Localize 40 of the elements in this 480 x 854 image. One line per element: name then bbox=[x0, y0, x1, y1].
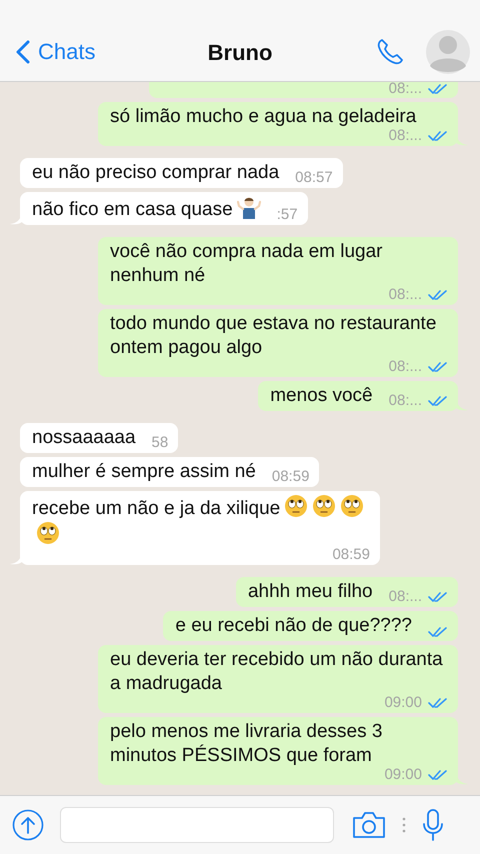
message-text: menos você bbox=[270, 385, 373, 406]
message-text: você não compra nada em lugar nenhum né bbox=[110, 241, 382, 286]
message-time: 08:... bbox=[388, 394, 422, 408]
message-time: 09:00 bbox=[384, 768, 422, 782]
eye-roll-emoji-icon bbox=[36, 521, 60, 545]
message-time: 08:... bbox=[388, 82, 422, 96]
message-text: ahhh meu filho bbox=[248, 581, 373, 602]
eye-roll-emoji-icon bbox=[284, 494, 308, 518]
message-time: 08:... bbox=[388, 288, 422, 302]
message-time: 09:00 bbox=[384, 696, 422, 710]
chevron-left-icon bbox=[16, 40, 30, 64]
message-time: 08:... bbox=[388, 590, 422, 604]
message-time: 08:... bbox=[388, 129, 422, 143]
message-input-field[interactable] bbox=[60, 807, 334, 843]
message-time: 08:59 bbox=[332, 548, 370, 562]
message-text: todo mundo que estava no restaurante ontem pagou algo bbox=[110, 313, 436, 358]
eye-roll-emoji-icon bbox=[312, 494, 336, 518]
shrugging-person-icon bbox=[236, 195, 261, 219]
message-text: eu não preciso comprar nada bbox=[32, 162, 280, 183]
eye-roll-emoji-icon bbox=[340, 494, 364, 518]
message-text: recebe um não e ja da xilique bbox=[32, 498, 280, 519]
message-text: e eu recebi não de que???? bbox=[175, 615, 412, 636]
message-text: só limão mucho e agua na geladeira bbox=[110, 106, 416, 127]
upload-icon[interactable] bbox=[12, 809, 44, 841]
more-dots-icon[interactable] bbox=[402, 816, 406, 834]
message-time: 08:... bbox=[388, 360, 422, 374]
message-text: não fico em casa quase bbox=[32, 199, 233, 220]
back-button[interactable]: Chats bbox=[16, 38, 96, 64]
message-time: 08:59 bbox=[272, 470, 310, 484]
message-time: 08:57 bbox=[295, 171, 333, 185]
phone-icon[interactable] bbox=[376, 38, 404, 66]
microphone-icon[interactable] bbox=[422, 809, 444, 841]
message-text: mulher é sempre assim né bbox=[32, 461, 256, 482]
message-time: 58 bbox=[152, 436, 168, 450]
message-text: eu deveria ter recebido um não duranta a madrugada bbox=[110, 649, 443, 694]
message-text: nossaaaaaa bbox=[32, 427, 136, 448]
message-text: pelo menos me livraria desses 3 minutos PÉSSIMOS que foram bbox=[110, 721, 382, 766]
contact-name: Bruno bbox=[208, 40, 272, 66]
message-time: :57 bbox=[276, 208, 298, 222]
camera-icon[interactable] bbox=[352, 811, 386, 839]
